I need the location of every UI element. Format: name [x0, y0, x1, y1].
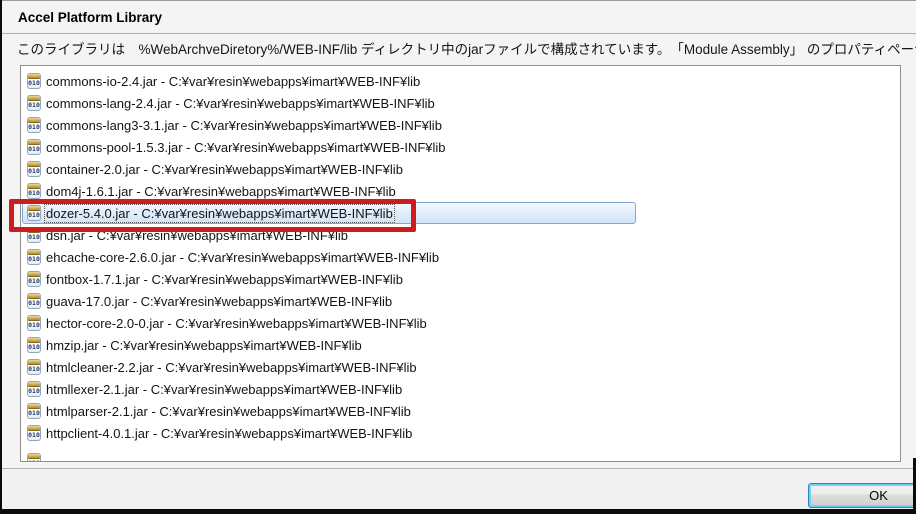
jar-item-label: hmzip.jar - C:¥var¥resin¥webapps¥imart¥W…	[46, 337, 362, 353]
jar-icon-glyph: 010	[28, 460, 40, 461]
list-item[interactable]: 010 htmllexer-2.1.jar - C:¥var¥resin¥web…	[21, 378, 900, 400]
jar-icon-glyph: 010	[28, 233, 40, 241]
jar-file-icon: 010	[27, 227, 41, 243]
footer-area	[2, 469, 916, 509]
window-border-left	[0, 0, 2, 514]
dialog-title: Accel Platform Library	[18, 10, 163, 25]
jar-file-icon: 010	[27, 73, 41, 89]
list-item[interactable]: 010 htmlparser-2.1.jar - C:¥var¥resin¥we…	[21, 400, 900, 422]
jar-file-icon: 010	[27, 425, 41, 441]
jar-file-icon: 010	[27, 271, 41, 287]
jar-icon-glyph: 010	[28, 167, 40, 175]
jar-item-label: commons-pool-1.5.3.jar - C:¥var¥resin¥we…	[46, 139, 446, 155]
jar-file-icon: 010	[27, 95, 41, 111]
window-border-bottom	[0, 509, 916, 514]
jar-file-icon: 010	[27, 403, 41, 419]
jar-icon-glyph: 010	[28, 189, 40, 197]
jar-item-label: commons-lang3-3.1.jar - C:¥var¥resin¥web…	[46, 117, 442, 133]
list-item-content: 010 container-2.0.jar - C:¥var¥resin¥web…	[23, 158, 409, 180]
jar-file-icon: 010	[27, 139, 41, 155]
list-item[interactable]: 010 guava-17.0.jar - C:¥var¥resin¥webapp…	[21, 290, 900, 312]
jar-icon-glyph: 010	[28, 277, 40, 285]
jar-item-label: dom4j-1.6.1.jar - C:¥var¥resin¥webapps¥i…	[46, 183, 396, 199]
list-item[interactable]: 010 commons-io-2.4.jar - C:¥var¥resin¥we…	[21, 70, 900, 92]
list-item[interactable]: 010 hmzip.jar - C:¥var¥resin¥webapps¥ima…	[21, 334, 900, 356]
jar-item-label: dsn.jar - C:¥var¥resin¥webapps¥imart¥WEB…	[46, 227, 349, 243]
jar-item-label: htmlparser-2.1.jar - C:¥var¥resin¥webapp…	[46, 403, 411, 419]
jar-file-icon: 010	[27, 249, 41, 265]
list-item[interactable]: 010 container-2.0.jar - C:¥var¥resin¥web…	[21, 158, 900, 180]
jar-item-label: fontbox-1.7.1.jar - C:¥var¥resin¥webapps…	[46, 271, 403, 287]
jar-icon-glyph: 010	[28, 431, 40, 439]
jar-icon-glyph: 010	[28, 211, 40, 219]
jar-list[interactable]: 010 commons-io-2.4.jar - C:¥var¥resin¥we…	[20, 65, 901, 462]
jar-file-icon: 010	[27, 453, 41, 461]
jar-file-icon: 010	[27, 337, 41, 353]
title-separator	[2, 33, 916, 34]
list-item[interactable]: 010 commons-pool-1.5.3.jar - C:¥var¥resi…	[21, 136, 900, 158]
jar-icon-glyph: 010	[28, 321, 40, 329]
list-item-content: 010 fontbox-1.7.1.jar - C:¥var¥resin¥web…	[23, 268, 409, 290]
list-item[interactable]: 010	[21, 450, 900, 461]
jar-item-label: hector-core-2.0-0.jar - C:¥var¥resin¥web…	[46, 315, 427, 331]
jar-file-icon: 010	[27, 205, 41, 221]
jar-icon-glyph: 010	[28, 365, 40, 373]
list-item-content: 010 commons-pool-1.5.3.jar - C:¥var¥resi…	[23, 136, 452, 158]
list-item[interactable]: 010 ehcache-core-2.6.0.jar - C:¥var¥resi…	[21, 246, 900, 268]
jar-item-label: ehcache-core-2.6.0.jar - C:¥var¥resin¥we…	[46, 249, 440, 265]
jar-file-icon: 010	[27, 117, 41, 133]
library-description: このライブラリは %WebArchveDiretory%/WEB-INF/lib…	[17, 42, 916, 57]
list-item-content: 010 commons-lang3-3.1.jar - C:¥var¥resin…	[23, 114, 448, 136]
jar-item-label: guava-17.0.jar - C:¥var¥resin¥webapps¥im…	[46, 293, 393, 309]
list-item-content: 010 htmlcleaner-2.2.jar - C:¥var¥resin¥w…	[23, 356, 423, 378]
list-item[interactable]: 010 hector-core-2.0-0.jar - C:¥var¥resin…	[21, 312, 900, 334]
list-item[interactable]: 010 dozer-5.4.0.jar - C:¥var¥resin¥webap…	[21, 202, 900, 224]
list-item-content: 010 hmzip.jar - C:¥var¥resin¥webapps¥ima…	[23, 334, 368, 356]
jar-item-label: commons-lang-2.4.jar - C:¥var¥resin¥weba…	[46, 95, 435, 111]
list-item[interactable]: 010 dom4j-1.6.1.jar - C:¥var¥resin¥webap…	[21, 180, 900, 202]
jar-item-label: httpclient-4.0.1.jar - C:¥var¥resin¥weba…	[46, 425, 413, 441]
list-item-content: 010 dozer-5.4.0.jar - C:¥var¥resin¥webap…	[22, 202, 636, 224]
jar-file-icon: 010	[27, 359, 41, 375]
window-border-top	[0, 0, 916, 1]
list-item-content: 010 httpclient-4.0.1.jar - C:¥var¥resin¥…	[23, 422, 418, 444]
list-item-content: 010 commons-io-2.4.jar - C:¥var¥resin¥we…	[23, 70, 426, 92]
list-item-content: 010 hector-core-2.0-0.jar - C:¥var¥resin…	[23, 312, 433, 334]
list-item-content: 010 commons-lang-2.4.jar - C:¥var¥resin¥…	[23, 92, 441, 114]
jar-icon-glyph: 010	[28, 255, 40, 263]
jar-file-icon: 010	[27, 293, 41, 309]
jar-file-icon: 010	[27, 315, 41, 331]
list-item-content: 010 htmlparser-2.1.jar - C:¥var¥resin¥we…	[23, 400, 417, 422]
list-item-content: 010 htmllexer-2.1.jar - C:¥var¥resin¥web…	[23, 378, 408, 400]
jar-item-label: htmllexer-2.1.jar - C:¥var¥resin¥webapps…	[46, 381, 403, 397]
list-item[interactable]: 010 fontbox-1.7.1.jar - C:¥var¥resin¥web…	[21, 268, 900, 290]
jar-icon-glyph: 010	[28, 101, 40, 109]
list-item[interactable]: 010 htmlcleaner-2.2.jar - C:¥var¥resin¥w…	[21, 356, 900, 378]
list-item[interactable]: 010 commons-lang3-3.1.jar - C:¥var¥resin…	[21, 114, 900, 136]
jar-icon-glyph: 010	[28, 145, 40, 153]
list-item[interactable]: 010 commons-lang-2.4.jar - C:¥var¥resin¥…	[21, 92, 900, 114]
jar-item-label: dozer-5.4.0.jar - C:¥var¥resin¥webapps¥i…	[44, 203, 395, 223]
jar-file-icon: 010	[27, 161, 41, 177]
list-item-content: 010	[23, 450, 47, 461]
list-item[interactable]: 010 dsn.jar - C:¥var¥resin¥webapps¥imart…	[21, 224, 900, 246]
list-item-content: 010 dsn.jar - C:¥var¥resin¥webapps¥imart…	[23, 224, 354, 246]
jar-icon-glyph: 010	[28, 343, 40, 351]
jar-file-icon: 010	[27, 183, 41, 199]
list-item-content: 010 dom4j-1.6.1.jar - C:¥var¥resin¥webap…	[23, 180, 402, 202]
jar-icon-glyph: 010	[28, 123, 40, 131]
ok-button[interactable]: OK	[808, 483, 916, 508]
jar-icon-glyph: 010	[28, 299, 40, 307]
footer-separator	[2, 468, 916, 469]
jar-icon-glyph: 010	[28, 79, 40, 87]
jar-icon-glyph: 010	[28, 409, 40, 417]
jar-item-label: container-2.0.jar - C:¥var¥resin¥webapps…	[46, 161, 403, 177]
jar-item-label: commons-io-2.4.jar - C:¥var¥resin¥webapp…	[46, 73, 421, 89]
list-item-content: 010 ehcache-core-2.6.0.jar - C:¥var¥resi…	[23, 246, 445, 268]
jar-file-icon: 010	[27, 381, 41, 397]
jar-icon-glyph: 010	[28, 387, 40, 395]
list-item[interactable]: 010 httpclient-4.0.1.jar - C:¥var¥resin¥…	[21, 422, 900, 444]
list-item-content: 010 guava-17.0.jar - C:¥var¥resin¥webapp…	[23, 290, 398, 312]
jar-item-label: htmlcleaner-2.2.jar - C:¥var¥resin¥webap…	[46, 359, 417, 375]
